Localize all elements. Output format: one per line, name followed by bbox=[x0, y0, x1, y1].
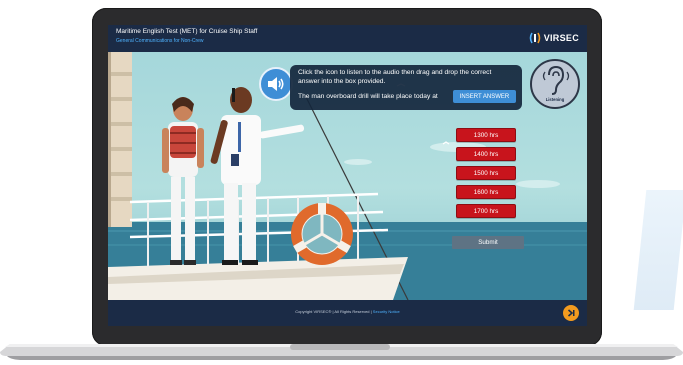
speaker-icon bbox=[268, 77, 284, 91]
listening-label: Listening bbox=[545, 97, 565, 102]
brand-logo: VIRSEC bbox=[529, 31, 579, 45]
app-title: Maritime English Test (MET) for Cruise S… bbox=[116, 28, 258, 35]
next-arrow-icon bbox=[567, 309, 575, 317]
instruction-text: Click the icon to listen to the audio th… bbox=[298, 69, 492, 86]
submit-button[interactable]: Submit bbox=[452, 236, 524, 249]
app-subtitle: General Communications for Non-Crew bbox=[116, 38, 204, 44]
security-notice-link[interactable]: Security Notice bbox=[373, 309, 400, 314]
listening-badge: Listening bbox=[530, 59, 580, 109]
answer-option-1500[interactable]: 1500 hrs bbox=[456, 166, 516, 180]
brand-name: VIRSEC bbox=[543, 33, 579, 43]
next-button[interactable] bbox=[563, 305, 579, 321]
question-sentence: The man overboard drill will take place … bbox=[298, 93, 438, 100]
laptop-base bbox=[0, 344, 683, 360]
background-panel bbox=[633, 190, 683, 310]
play-audio-button[interactable] bbox=[259, 67, 293, 101]
device-mockup: Maritime English Test (MET) for Cruise S… bbox=[0, 0, 683, 365]
answer-option-1400[interactable]: 1400 hrs bbox=[456, 147, 516, 161]
virsec-logo-icon bbox=[529, 32, 540, 44]
app-screen: Maritime English Test (MET) for Cruise S… bbox=[108, 25, 587, 326]
answer-option-1300[interactable]: 1300 hrs bbox=[456, 128, 516, 142]
app-header: Maritime English Test (MET) for Cruise S… bbox=[108, 25, 587, 52]
app-footer: Copyright VIRSEC® | All Rights Reserved … bbox=[108, 300, 587, 326]
answer-option-1600[interactable]: 1600 hrs bbox=[456, 185, 516, 199]
copyright-text: Copyright VIRSEC® | All Rights Reserved … bbox=[108, 309, 587, 314]
answer-drop-target[interactable]: INSERT ANSWER bbox=[453, 90, 516, 103]
question-panel: Click the icon to listen to the audio th… bbox=[290, 65, 522, 110]
answer-option-1700[interactable]: 1700 hrs bbox=[456, 204, 516, 218]
copyright-label: Copyright VIRSEC® | All Rights Reserved … bbox=[295, 309, 372, 314]
